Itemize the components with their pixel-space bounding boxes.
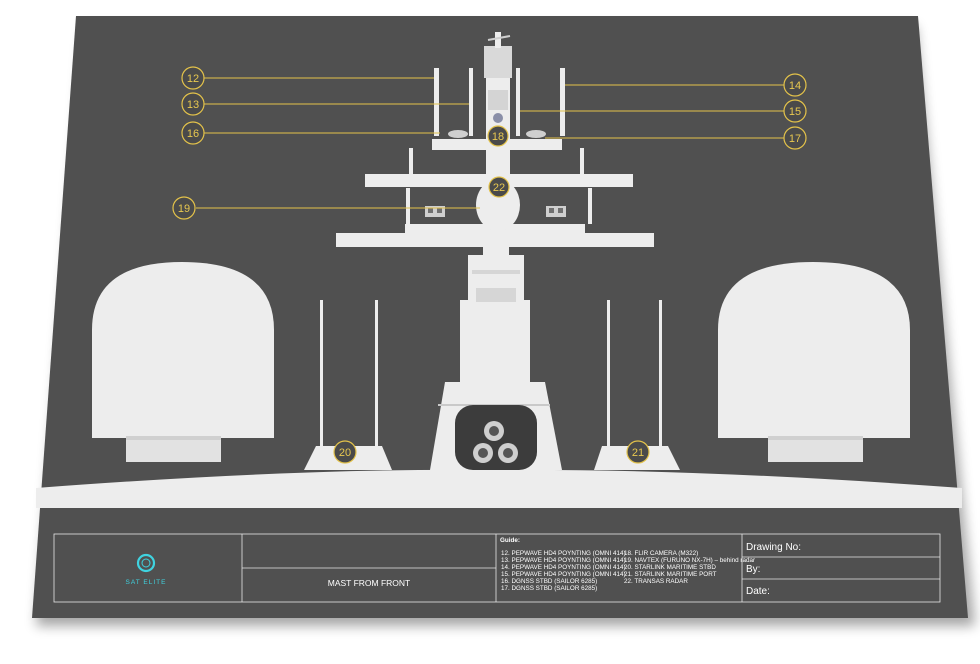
callout-21: 21 xyxy=(626,440,650,464)
callout-17: 17 xyxy=(783,126,807,150)
radome-left xyxy=(92,262,274,438)
guide-item: 20. STARLINK MARITIME STBD xyxy=(624,564,716,571)
callout-14: 14 xyxy=(783,73,807,97)
callout-label: 15 xyxy=(789,106,801,118)
callout-label: 12 xyxy=(187,73,199,85)
callout-16: 16 xyxy=(181,121,205,145)
guide-heading: Guide: xyxy=(500,537,520,544)
guide-item: 12. PEPWAVE HD4 POYNTING (OMNI 414) xyxy=(501,550,626,557)
callout-20: 20 xyxy=(333,440,357,464)
guide-item: 14. PEPWAVE HD4 POYNTING (OMNI 414) xyxy=(501,564,626,571)
callout-label: 13 xyxy=(187,99,199,111)
drawing-title: MAST FROM FRONT xyxy=(328,578,410,588)
callout-label: 19 xyxy=(178,203,190,215)
mast-drawing-sheet: 12 13 16 14 15 17 18 19 22 20 21 SAT ELI… xyxy=(32,16,975,626)
callout-12: 12 xyxy=(181,66,205,90)
drawing-no-label: Drawing No: xyxy=(746,542,801,553)
callout-22: 22 xyxy=(488,176,510,198)
callout-label: 17 xyxy=(789,133,801,145)
radome-right xyxy=(718,262,910,438)
callout-18: 18 xyxy=(487,125,509,147)
logo-text: SAT ELITE xyxy=(126,579,167,586)
callout-label: 16 xyxy=(187,128,199,140)
callout-label: 14 xyxy=(789,80,801,92)
callout-label: 20 xyxy=(339,447,351,459)
guide-item: 15. PEPWAVE HD4 POYNTING (OMNI 414) xyxy=(501,571,626,578)
guide-item: 22. TRANSAS RADAR xyxy=(624,578,688,585)
callout-label: 22 xyxy=(493,182,505,194)
guide-item: 16. DGNSS STBD (SAILOR 6285) xyxy=(501,578,597,585)
callout-13: 13 xyxy=(181,92,205,116)
lower-crossbar xyxy=(336,233,654,247)
callout-label: 21 xyxy=(632,447,644,459)
guide-item: 17. DGNSS STBD (SAILOR 6285) xyxy=(501,585,597,592)
date-label: Date: xyxy=(746,586,770,597)
guide-item: 19. NAVTEX (FURUNO NX-7H) – behind radar xyxy=(624,557,755,564)
callout-15: 15 xyxy=(783,99,807,123)
callout-label: 18 xyxy=(492,131,504,143)
by-label: By: xyxy=(746,564,760,575)
guide-item: 21. STARLINK MARITIME PORT xyxy=(624,571,717,578)
guide-item: 18. FLIR CAMERA (M322) xyxy=(624,550,698,557)
guide-item: 13. PEPWAVE HD4 POYNTING (OMNI 414) xyxy=(501,557,626,564)
callout-19: 19 xyxy=(172,196,196,220)
